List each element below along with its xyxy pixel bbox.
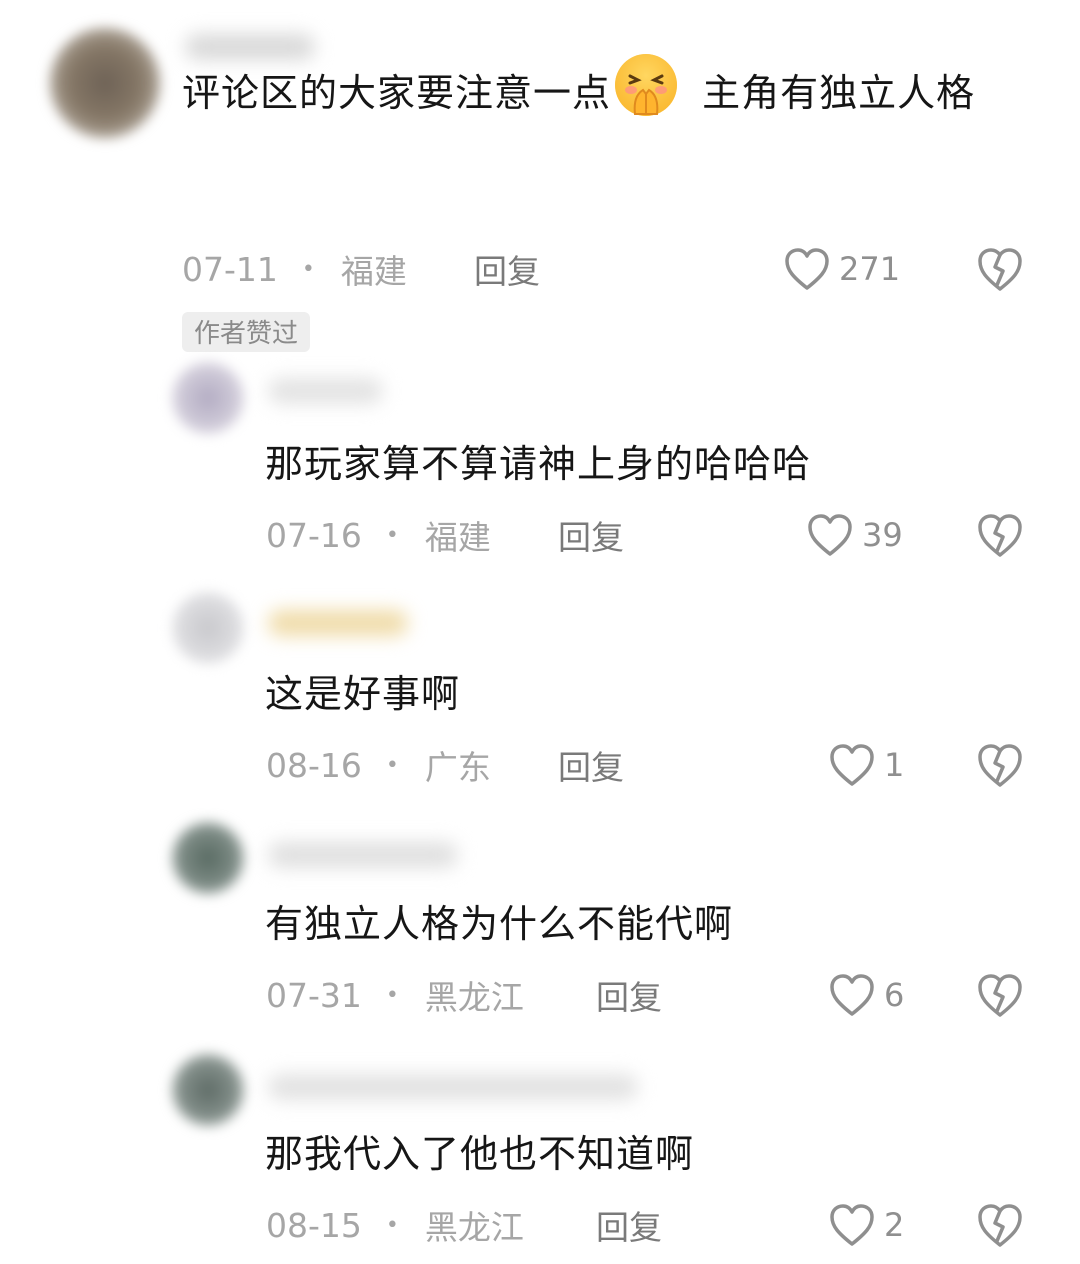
reply-button[interactable]: 回复: [558, 741, 624, 789]
avatar[interactable]: [172, 592, 244, 664]
comment-location: 福建: [340, 252, 407, 291]
broken-heart-icon[interactable]: [975, 1201, 1025, 1249]
comment-text-end: 主角有独立人格: [689, 71, 976, 115]
reply-text: 那我代入了他也不知道啊: [265, 1132, 695, 1176]
reply-text: 这是好事啊: [265, 672, 461, 716]
like-count: 39: [862, 516, 903, 554]
pleading-hands-emoji-icon: [613, 52, 679, 118]
username-blurred[interactable]: [268, 1074, 638, 1100]
like-count: 6: [884, 976, 905, 1014]
like-button[interactable]: 6: [828, 970, 904, 1020]
broken-heart-icon[interactable]: [975, 971, 1025, 1019]
reply-button[interactable]: 回复: [474, 245, 540, 293]
heart-outline-icon: [808, 514, 852, 556]
like-count: 271: [839, 250, 901, 288]
like-button[interactable]: 39: [806, 510, 903, 560]
reply-text: 那玩家算不算请神上身的哈哈哈: [265, 442, 812, 486]
username-blurred[interactable]: [268, 610, 408, 636]
comment-text-start: 评论区的大家要注意一点: [182, 71, 612, 115]
comment-date: 07-11: [182, 249, 278, 289]
like-button[interactable]: 2: [828, 1200, 904, 1250]
avatar[interactable]: [172, 362, 244, 434]
reply-location: 黑龙江: [424, 1208, 524, 1247]
reply-button[interactable]: 回复: [558, 511, 624, 559]
like-button[interactable]: 1: [828, 740, 904, 790]
avatar[interactable]: [172, 1054, 244, 1126]
reply-button[interactable]: 回复: [596, 971, 662, 1019]
reply-location: 福建: [424, 518, 491, 557]
reply-meta: 07-31 • 黑龙江 回复: [266, 970, 662, 1020]
separator-dot: •: [385, 982, 399, 1008]
heart-outline-icon: [830, 744, 874, 786]
avatar[interactable]: [172, 822, 244, 894]
avatar[interactable]: [50, 28, 160, 138]
reply-date: 08-15: [266, 1205, 362, 1245]
reply-meta: 07-16 • 福建 回复: [266, 510, 624, 560]
like-button[interactable]: 271: [783, 244, 900, 294]
broken-heart-icon[interactable]: [975, 511, 1025, 559]
heart-outline-icon: [785, 248, 829, 290]
reply-meta: 08-16 • 广东 回复: [266, 740, 624, 790]
username-blurred[interactable]: [268, 378, 383, 404]
username-blurred[interactable]: [268, 842, 458, 868]
separator-dot: •: [301, 256, 315, 282]
reply-date: 07-31: [266, 975, 362, 1015]
author-liked-badge: 作者赞过: [182, 312, 311, 352]
separator-dot: •: [385, 1212, 399, 1238]
broken-heart-icon[interactable]: [975, 741, 1025, 789]
like-count: 1: [884, 746, 905, 784]
comment-meta: 07-11 • 福建 回复: [182, 244, 540, 294]
reply-date: 08-16: [266, 745, 362, 785]
reply-meta: 08-15 • 黑龙江 回复: [266, 1200, 662, 1250]
heart-outline-icon: [830, 974, 874, 1016]
separator-dot: •: [385, 752, 399, 778]
like-count: 2: [884, 1206, 905, 1244]
broken-heart-icon[interactable]: [975, 245, 1025, 293]
reply-location: 黑龙江: [424, 978, 524, 1017]
reply-text: 有独立人格为什么不能代啊: [265, 902, 734, 946]
reply-location: 广东: [424, 748, 491, 787]
heart-outline-icon: [830, 1204, 874, 1246]
comment-text: 评论区的大家要注意一点 主角有独立人格: [182, 52, 1042, 131]
separator-dot: •: [385, 522, 399, 548]
reply-date: 07-16: [266, 515, 362, 555]
reply-button[interactable]: 回复: [596, 1201, 662, 1249]
